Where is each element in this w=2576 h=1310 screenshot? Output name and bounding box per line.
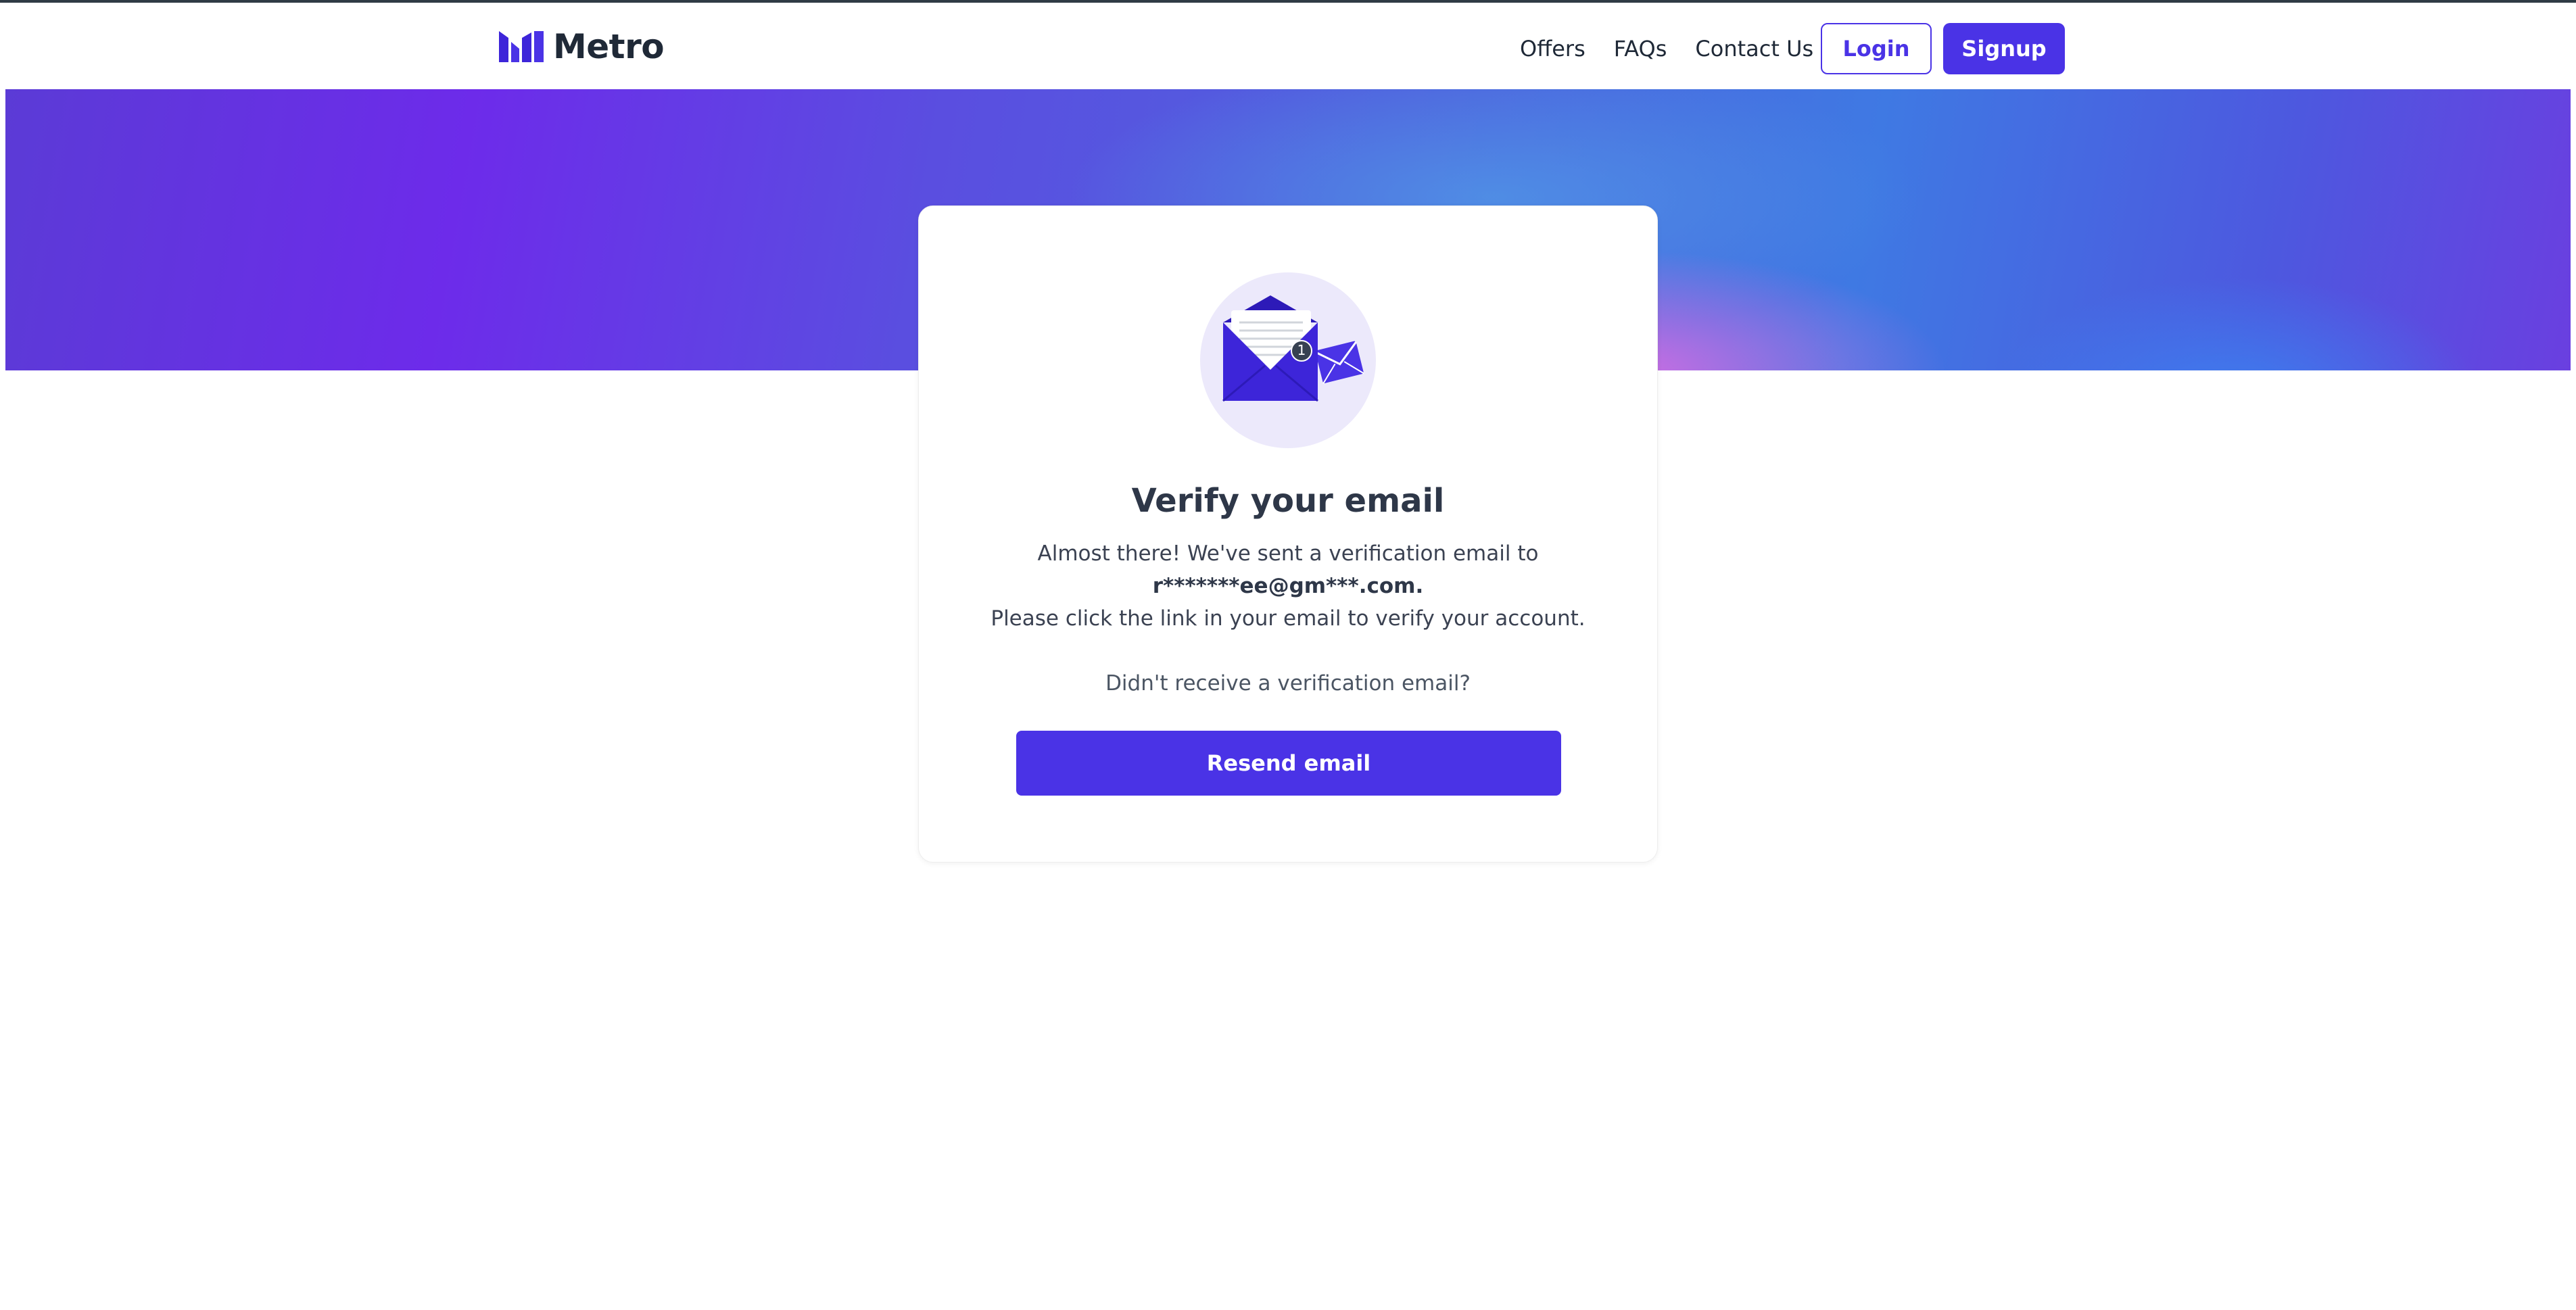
nav-link-faqs[interactable]: FAQs (1614, 36, 1667, 62)
brand-name: Metro (553, 27, 665, 66)
brand-logo[interactable]: Metro (499, 27, 665, 66)
nav-link-contact-us[interactable]: Contact Us (1695, 36, 1813, 62)
resend-prompt: Didn't receive a verification email? (1105, 671, 1471, 696)
notification-badge-count: 1 (1297, 342, 1306, 358)
resend-email-button[interactable]: Resend email (1016, 731, 1561, 796)
navbar: Metro Offers FAQs Contact Us Login Signu… (0, 3, 2576, 89)
verification-instructions: Please click the link in your email to v… (991, 606, 1585, 631)
signup-button[interactable]: Signup (1943, 23, 2065, 74)
masked-email: r*******ee@gm***.com. (1152, 574, 1424, 598)
nav-links: Offers FAQs Contact Us (1520, 23, 1842, 74)
envelope-mail-icon (1222, 295, 1364, 402)
verify-email-card: 1 Verify your email Almost there! We've … (918, 205, 1658, 863)
verification-message: Almost there! We've sent a verification … (1037, 541, 1539, 566)
metro-logo-icon (499, 31, 544, 62)
page-title: Verify your email (1131, 482, 1445, 520)
envelope-icon-circle: 1 (1200, 272, 1376, 448)
nav-link-offers[interactable]: Offers (1520, 36, 1585, 62)
login-button[interactable]: Login (1821, 23, 1932, 74)
